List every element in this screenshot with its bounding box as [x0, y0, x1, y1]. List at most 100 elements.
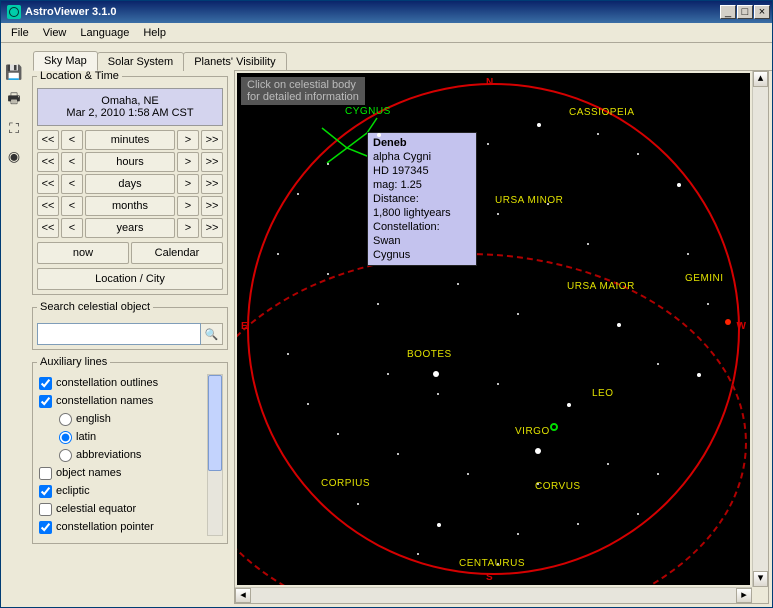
bright-star[interactable]	[535, 448, 541, 454]
step-fastback[interactable]: <<	[37, 130, 59, 150]
star[interactable]	[457, 283, 459, 285]
star[interactable]	[337, 433, 339, 435]
star[interactable]	[497, 383, 499, 385]
menu-language[interactable]: Language	[80, 27, 129, 39]
step-fastfwd[interactable]: >>	[201, 152, 223, 172]
aux-checkbox[interactable]	[39, 467, 52, 480]
aux-item[interactable]: ecliptic	[37, 482, 207, 500]
step-fastback[interactable]: <<	[37, 152, 59, 172]
scroll-up-icon[interactable]: ▴	[753, 71, 768, 87]
planet-mars[interactable]	[725, 319, 731, 325]
aux-item[interactable]: english	[37, 410, 207, 428]
location-button[interactable]: Location / City	[37, 268, 223, 290]
tab-planets[interactable]: Planets' Visibility	[183, 52, 286, 71]
star[interactable]	[687, 253, 689, 255]
menu-file[interactable]: File	[11, 27, 29, 39]
aux-item[interactable]: constellation outlines	[37, 374, 207, 392]
star[interactable]	[517, 533, 519, 535]
aux-item[interactable]: abbreviations	[37, 446, 207, 464]
star[interactable]	[657, 473, 659, 475]
aux-scrollbar[interactable]	[207, 374, 223, 536]
star[interactable]	[497, 213, 499, 215]
aux-radio[interactable]	[59, 449, 72, 462]
star[interactable]	[537, 483, 539, 485]
star[interactable]	[547, 203, 549, 205]
sky-canvas[interactable]: Click on celestial body for detailed inf…	[237, 73, 750, 585]
scroll-down-icon[interactable]: ▾	[753, 571, 768, 587]
star[interactable]	[537, 123, 541, 127]
tab-skymap[interactable]: Sky Map	[33, 51, 98, 71]
aux-item[interactable]: constellation names	[37, 392, 207, 410]
step-fwd[interactable]: >	[177, 130, 199, 150]
star[interactable]	[637, 153, 639, 155]
star[interactable]	[587, 243, 589, 245]
print-icon[interactable]: 🖶	[4, 90, 24, 110]
star[interactable]	[357, 503, 359, 505]
save-icon[interactable]: 💾	[4, 62, 24, 82]
star[interactable]	[677, 183, 681, 187]
aux-checkbox[interactable]	[39, 521, 52, 534]
star[interactable]	[517, 313, 519, 315]
search-button[interactable]: 🔍	[201, 323, 223, 345]
step-fastback[interactable]: <<	[37, 196, 59, 216]
aux-item[interactable]: latin	[37, 428, 207, 446]
star[interactable]	[467, 473, 469, 475]
bright-star[interactable]	[433, 371, 439, 377]
aux-radio[interactable]	[59, 413, 72, 426]
star[interactable]	[597, 133, 599, 135]
step-back[interactable]: <	[61, 130, 83, 150]
step-fwd[interactable]: >	[177, 174, 199, 194]
star[interactable]	[297, 193, 299, 195]
sky-scroll-horizontal[interactable]: ◂ ▸	[235, 587, 752, 603]
star[interactable]	[327, 163, 329, 165]
star[interactable]	[707, 303, 709, 305]
fullscreen-icon[interactable]: ⛶	[4, 118, 24, 138]
aux-item[interactable]: object names	[37, 464, 207, 482]
star[interactable]	[387, 373, 389, 375]
aux-checkbox[interactable]	[39, 503, 52, 516]
tab-solar[interactable]: Solar System	[97, 52, 184, 71]
star[interactable]	[617, 323, 621, 327]
scroll-right-icon[interactable]: ▸	[736, 588, 752, 603]
step-fastfwd[interactable]: >>	[201, 196, 223, 216]
star[interactable]	[397, 453, 399, 455]
aux-checkbox[interactable]	[39, 395, 52, 408]
close-button[interactable]: ×	[754, 5, 770, 19]
star[interactable]	[287, 353, 289, 355]
star[interactable]	[377, 133, 381, 137]
sky-scroll-vertical[interactable]: ▴ ▾	[752, 71, 768, 587]
step-fwd[interactable]: >	[177, 218, 199, 238]
star[interactable]	[437, 393, 439, 395]
star[interactable]	[417, 553, 419, 555]
step-fastback[interactable]: <<	[37, 218, 59, 238]
virgo-marker[interactable]	[550, 423, 558, 431]
star[interactable]	[567, 403, 571, 407]
menu-help[interactable]: Help	[143, 27, 166, 39]
eye-icon[interactable]: ◉	[4, 146, 24, 166]
star[interactable]	[577, 523, 579, 525]
search-input[interactable]	[37, 323, 201, 345]
star[interactable]	[607, 463, 609, 465]
star[interactable]	[697, 373, 701, 377]
step-fwd[interactable]: >	[177, 152, 199, 172]
step-back[interactable]: <	[61, 152, 83, 172]
aux-item[interactable]: celestial equator	[37, 500, 207, 518]
aux-item[interactable]: constellation pointer	[37, 518, 207, 536]
step-fastfwd[interactable]: >>	[201, 130, 223, 150]
maximize-button[interactable]: □	[737, 5, 753, 19]
star[interactable]	[437, 523, 441, 527]
step-back[interactable]: <	[61, 196, 83, 216]
menu-view[interactable]: View	[43, 27, 67, 39]
step-fwd[interactable]: >	[177, 196, 199, 216]
star[interactable]	[637, 513, 639, 515]
minimize-button[interactable]: _	[720, 5, 736, 19]
scroll-left-icon[interactable]: ◂	[235, 588, 251, 603]
star[interactable]	[327, 273, 329, 275]
step-back[interactable]: <	[61, 218, 83, 238]
aux-checkbox[interactable]	[39, 485, 52, 498]
star[interactable]	[277, 253, 279, 255]
step-fastfwd[interactable]: >>	[201, 174, 223, 194]
step-back[interactable]: <	[61, 174, 83, 194]
star[interactable]	[487, 143, 489, 145]
calendar-button[interactable]: Calendar	[131, 242, 223, 264]
